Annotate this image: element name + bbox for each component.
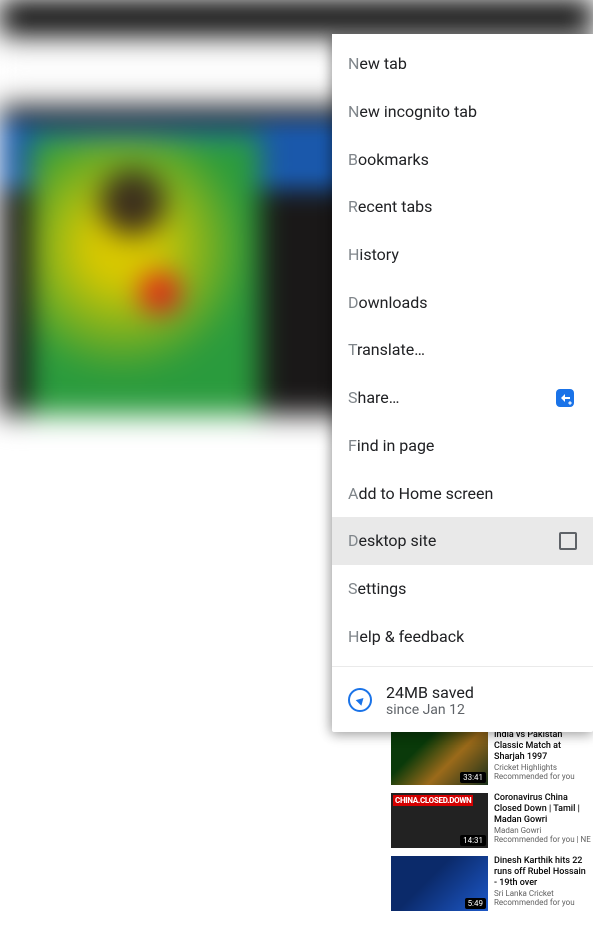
video-thumbnail[interactable]: 5:49 (391, 856, 488, 911)
data-saver-row[interactable]: 24MB saved since Jan 12 (332, 673, 593, 732)
menu-new-tab[interactable]: New tab (332, 40, 593, 88)
video-thumbnail[interactable]: 33:41 (391, 730, 488, 785)
menu-desktop-site[interactable]: Desktop site (332, 517, 593, 565)
menu-label: Find in page (348, 436, 577, 455)
menu-label: New tab (348, 54, 577, 73)
video-meta: Coronavirus China Closed Down | Tamil | … (494, 793, 591, 848)
video-recommendation: Recommended for you | NE (494, 835, 591, 844)
menu-find-in-page[interactable]: Find in page (332, 422, 593, 470)
video-channel: Cricket Highlights (494, 763, 591, 772)
menu-bookmarks[interactable]: Bookmarks (332, 135, 593, 183)
video-duration: 33:41 (460, 772, 486, 783)
video-item[interactable]: 5:49 Dinesh Karthik hits 22 runs off Rub… (391, 856, 591, 911)
menu-share[interactable]: Share… (332, 374, 593, 422)
menu-add-to-home-screen[interactable]: Add to Home screen (332, 469, 593, 517)
data-saver-subtitle: since Jan 12 (386, 702, 474, 718)
recommended-videos-list: 33:41 India vs Pakistan Classic Match at… (391, 730, 591, 919)
video-meta: India vs Pakistan Classic Match at Sharj… (494, 730, 591, 785)
video-title: Dinesh Karthik hits 22 runs off Rubel Ho… (494, 856, 591, 888)
menu-label: New incognito tab (348, 102, 577, 121)
video-channel: Sri Lanka Cricket (494, 889, 591, 898)
menu-history[interactable]: History (332, 231, 593, 279)
menu-label: Add to Home screen (348, 484, 577, 503)
video-channel: Madan Gowri (494, 826, 591, 835)
menu-divider (332, 666, 593, 667)
menu-label: Bookmarks (348, 150, 577, 169)
menu-downloads[interactable]: Downloads (332, 278, 593, 326)
menu-help-feedback[interactable]: Help & feedback (332, 612, 593, 660)
data-saver-icon (348, 688, 372, 712)
video-title: India vs Pakistan Classic Match at Sharj… (494, 730, 591, 762)
menu-new-incognito-tab[interactable]: New incognito tab (332, 88, 593, 136)
video-duration: 14:31 (460, 835, 486, 846)
menu-label: Desktop site (348, 531, 551, 550)
browser-overflow-menu: New tab New incognito tab Bookmarks Rece… (332, 34, 593, 732)
menu-label: Downloads (348, 293, 577, 312)
menu-settings[interactable]: Settings (332, 565, 593, 613)
video-title: Coronavirus China Closed Down | Tamil | … (494, 793, 591, 825)
menu-label: History (348, 245, 577, 264)
video-item[interactable]: 33:41 India vs Pakistan Classic Match at… (391, 730, 591, 785)
menu-label: Share… (348, 388, 545, 407)
menu-label: Translate… (348, 340, 577, 359)
data-saver-text: 24MB saved since Jan 12 (386, 683, 474, 718)
menu-label: Help & feedback (348, 627, 577, 646)
video-thumbnail[interactable]: 14:31 (391, 793, 488, 848)
desktop-site-checkbox[interactable] (559, 532, 577, 550)
video-item[interactable]: 14:31 Coronavirus China Closed Down | Ta… (391, 793, 591, 848)
share-icon (553, 386, 577, 410)
menu-label: Recent tabs (348, 197, 577, 216)
video-meta: Dinesh Karthik hits 22 runs off Rubel Ho… (494, 856, 591, 911)
menu-translate[interactable]: Translate… (332, 326, 593, 374)
menu-label: Settings (348, 579, 577, 598)
data-saver-title: 24MB saved (386, 683, 474, 702)
video-recommendation: Recommended for you (494, 898, 591, 907)
video-duration: 5:49 (465, 898, 486, 909)
menu-recent-tabs[interactable]: Recent tabs (332, 183, 593, 231)
video-recommendation: Recommended for you (494, 772, 591, 781)
